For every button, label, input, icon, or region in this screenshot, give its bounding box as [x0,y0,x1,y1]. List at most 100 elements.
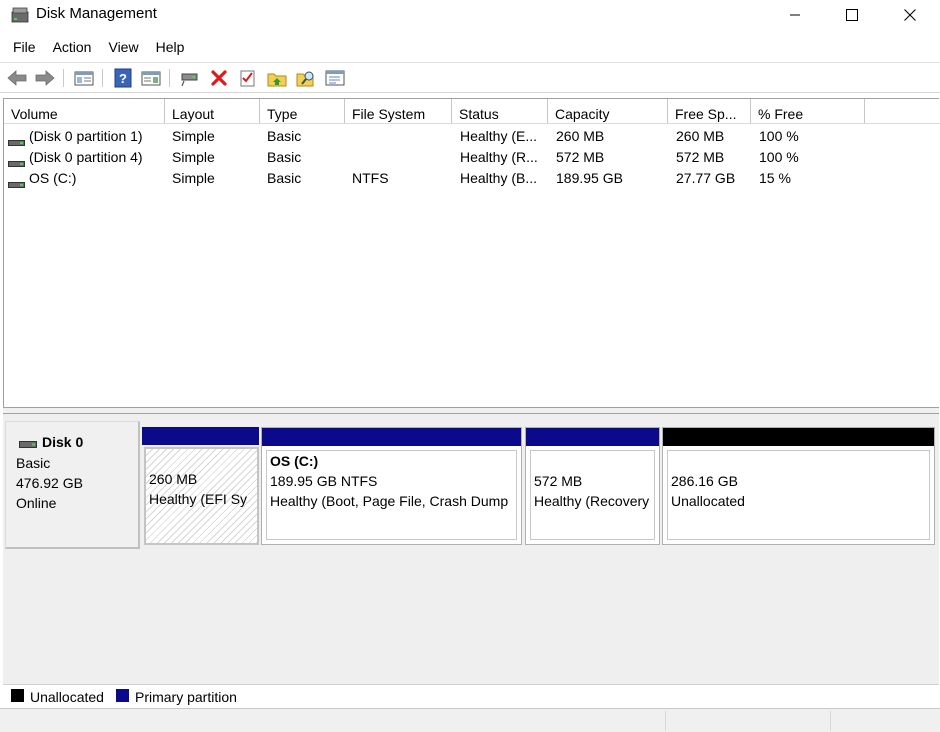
cell-volume: (Disk 0 partition 4) [29,149,143,165]
cell-capacity: 572 MB [556,149,605,165]
up-folder-icon[interactable] [266,67,288,89]
close-button[interactable] [881,0,939,30]
cell-volume: (Disk 0 partition 1) [29,128,143,144]
cell-type: Basic [267,128,302,144]
minimize-button[interactable] [766,0,824,30]
legend: Unallocated Primary partition [3,684,939,708]
legend-label-unallocated: Unallocated [30,689,104,705]
title-bar: Disk Management [0,0,940,31]
partition-os-c[interactable]: OS (C:) 189.95 GB NTFS Healthy (Boot, Pa… [261,427,522,545]
table-row[interactable]: OS (C:) Simple Basic NTFS Healthy (B... … [4,168,940,189]
partition-unallocated[interactable]: 286.16 GB Unallocated [662,427,935,545]
partition-title [671,451,929,471]
menu-bar: File Action View Help [0,36,194,60]
cell-capacity: 260 MB [556,128,605,144]
partition-type-bar [526,428,659,446]
cell-type: Basic [267,170,302,186]
column-header-free-space[interactable]: Free Sp... [668,99,751,124]
disk-icon [19,436,37,448]
disk-management-app-icon [11,7,29,23]
menu-view[interactable]: View [101,36,145,60]
partition-type-bar [262,428,521,446]
column-header-capacity[interactable]: Capacity [548,99,668,124]
close-icon [904,9,916,21]
cell-free-space: 260 MB [676,128,725,144]
properties-icon[interactable] [324,67,346,89]
cell-capacity: 189.95 GB [556,170,623,186]
menu-file[interactable]: File [6,36,43,60]
cell-volume: OS (C:) [29,170,77,186]
cell-file-system: NTFS [352,170,389,186]
help-icon[interactable]: ? [112,67,134,89]
volume-disk-icon [8,133,25,146]
legend-swatch-primary [116,689,129,702]
cell-free-space: 27.77 GB [676,170,736,186]
forward-icon[interactable] [34,67,56,89]
minimize-icon [790,14,800,16]
partition-title [534,451,654,471]
partition-size: 189.95 GB NTFS [270,473,378,489]
cell-status: Healthy (E... [460,128,538,144]
connect-disk-icon[interactable] [179,67,201,89]
table-row[interactable]: (Disk 0 partition 1) Simple Basic Health… [4,126,940,147]
cell-type: Basic [267,149,302,165]
partition-size: 572 MB [534,473,583,489]
show-hide-console-tree-icon[interactable] [73,67,95,89]
maximize-button[interactable] [823,0,881,30]
status-bar-divider [830,711,831,731]
svg-text:?: ? [119,71,127,86]
cell-free-space: 572 MB [676,149,725,165]
column-header-percent-free[interactable]: % Free [751,99,865,124]
column-header-type[interactable]: Type [260,99,345,124]
cell-layout: Simple [172,170,215,186]
menu-action[interactable]: Action [46,36,99,60]
volume-disk-icon [8,175,25,188]
partition-status: Healthy (EFI Sy [149,491,248,507]
partition-status: Unallocated [671,493,745,509]
partition-status: Healthy (Boot, Page File, Crash Dump [270,493,509,509]
cell-percent-free: 15 % [759,170,791,186]
maximize-icon [846,9,858,21]
partition-status: Healthy (Recovery [534,493,650,509]
back-icon[interactable] [6,67,28,89]
cell-layout: Simple [172,149,215,165]
partition-title [149,451,255,463]
show-hide-action-pane-icon[interactable] [140,67,162,89]
column-header-status[interactable]: Status [452,99,548,124]
disk-type: Basic [16,455,51,471]
cell-percent-free: 100 % [759,149,799,165]
column-header-file-system[interactable]: File System [345,99,452,124]
partition-size: 260 MB [149,471,198,487]
status-bar-divider [665,711,666,731]
disk-graphical-view: Disk 0 Basic 476.92 GB Online 260 MB Hea… [3,414,939,684]
disk-state: Online [16,495,57,511]
column-header-volume[interactable]: Volume [4,99,165,124]
toolbar-separator [102,69,103,87]
toolbar-separator [63,69,64,87]
check-icon[interactable] [237,67,259,89]
menu-help[interactable]: Help [149,36,192,60]
table-row[interactable]: (Disk 0 partition 4) Simple Basic Health… [4,147,940,168]
status-bar [0,708,940,732]
volume-list-header: Volume Layout Type File System Status Ca… [4,99,940,124]
column-header-layout[interactable]: Layout [165,99,260,124]
disk-info-panel[interactable]: Disk 0 Basic 476.92 GB Online [5,421,140,549]
cell-status: Healthy (B... [460,170,538,186]
partition-recovery[interactable]: 572 MB Healthy (Recovery [525,427,660,545]
legend-label-primary: Primary partition [135,689,237,705]
cell-status: Healthy (R... [460,149,538,165]
cell-percent-free: 100 % [759,128,799,144]
cell-layout: Simple [172,128,215,144]
partition-type-bar [142,427,259,445]
toolbar: ? [0,62,940,93]
volume-list: Volume Layout Type File System Status Ca… [3,98,940,408]
legend-swatch-unallocated [11,689,24,702]
window-title: Disk Management [36,5,157,22]
find-icon[interactable] [295,67,317,89]
partition-efi[interactable]: 260 MB Healthy (EFI Sy [142,427,259,545]
delete-icon[interactable] [208,67,230,89]
partition-title: OS (C:) [270,453,319,469]
volume-disk-icon [8,154,25,167]
toolbar-separator [169,69,170,87]
disk-name: Disk 0 [42,434,84,450]
